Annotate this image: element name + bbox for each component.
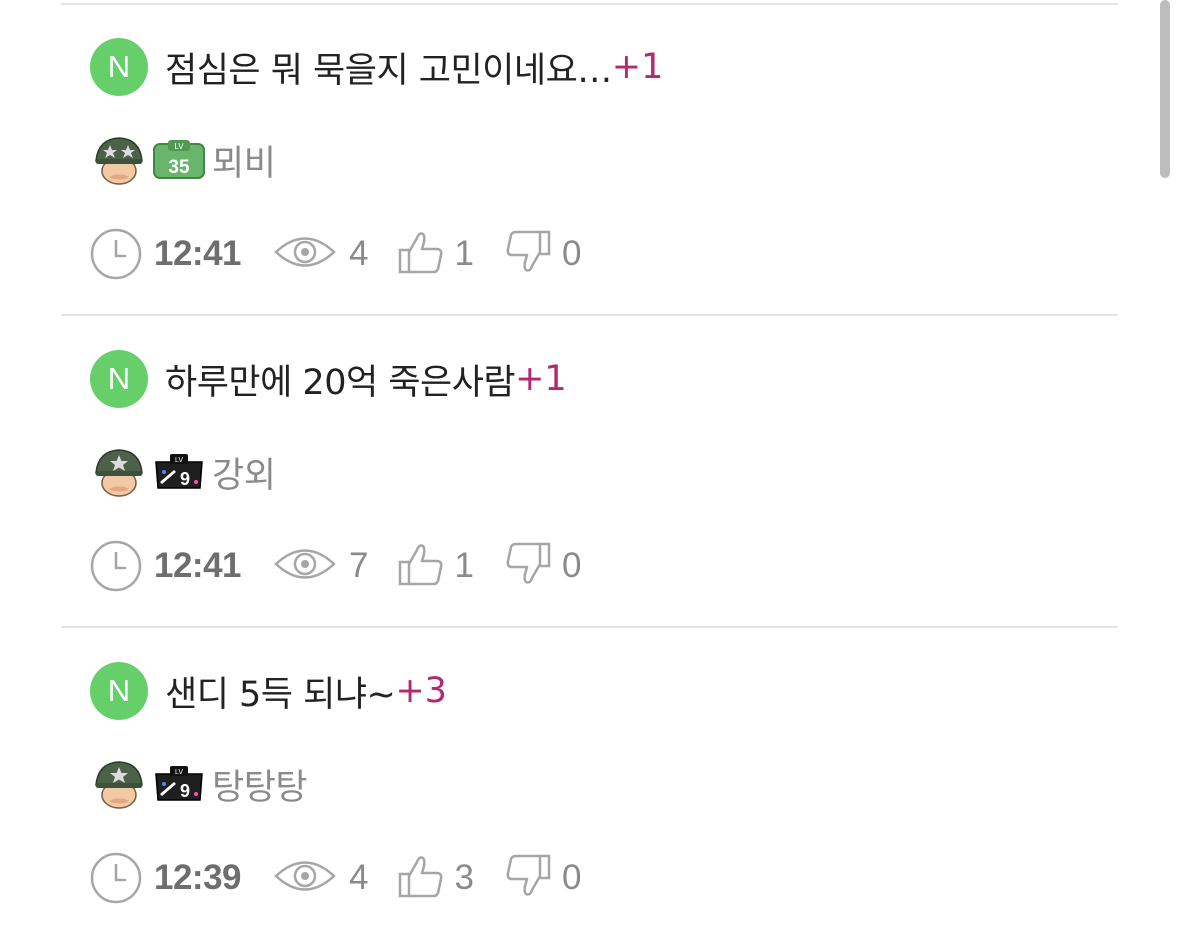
post-title[interactable]: 하루만에 20억 죽은사람 bbox=[165, 354, 516, 405]
meta-row: 12:41 7 1 0 bbox=[90, 537, 581, 595]
level-number: 9 bbox=[180, 781, 190, 801]
soldier-helmet-avatar-icon bbox=[95, 449, 143, 497]
like-count: 1 bbox=[454, 546, 474, 585]
like-button[interactable] bbox=[397, 228, 445, 280]
level-number: 35 bbox=[168, 157, 190, 178]
comment-count: +1 bbox=[611, 47, 664, 87]
soldier-helmet-avatar-icon bbox=[95, 761, 143, 809]
level-label: LV bbox=[175, 769, 183, 776]
views-icon-wrap bbox=[273, 231, 337, 277]
new-badge: N bbox=[90, 662, 148, 720]
black-level-badge-icon: LV 9 bbox=[155, 766, 203, 801]
post-title-row[interactable]: N 하루만에 20억 죽은사람 +1 bbox=[90, 350, 567, 408]
eye-icon bbox=[274, 549, 336, 579]
post-title[interactable]: 점심은 뭐 묵을지 고민이네요… bbox=[165, 42, 612, 93]
thumbs-down-icon bbox=[506, 854, 551, 896]
views-icon-wrap bbox=[273, 855, 337, 901]
post-item[interactable]: N 점심은 뭐 묵을지 고민이네요… +1 LV 35 뫼비 12:41 4 1… bbox=[0, 3, 1179, 315]
clock-icon bbox=[90, 540, 142, 592]
new-badge: N bbox=[90, 350, 148, 408]
post-title[interactable]: 샌디 5득 되냐~ bbox=[165, 666, 396, 717]
eye-icon bbox=[274, 861, 336, 891]
post-list: N 점심은 뭐 묵을지 고민이네요… +1 LV 35 뫼비 12:41 4 1… bbox=[0, 0, 1179, 932]
post-item[interactable]: N 샌디 5득 되냐~ +3 LV 9 탕탕탕 12:39 4 3 0 bbox=[0, 627, 1179, 939]
views-icon-wrap bbox=[273, 543, 337, 589]
dislike-button[interactable] bbox=[504, 228, 552, 280]
green-level-badge-icon: LV 35 bbox=[153, 140, 205, 179]
post-title-row[interactable]: N 점심은 뭐 묵을지 고민이네요… +1 bbox=[90, 38, 663, 96]
eye-icon bbox=[274, 237, 336, 267]
author-name[interactable]: 탕탕탕 bbox=[212, 759, 308, 810]
thumbs-up-icon bbox=[398, 856, 442, 898]
view-count: 4 bbox=[349, 858, 369, 897]
comment-count: +3 bbox=[395, 671, 447, 711]
view-count: 4 bbox=[349, 234, 369, 273]
new-badge: N bbox=[90, 38, 148, 96]
black-level-badge-icon: LV 9 bbox=[155, 454, 203, 489]
author-name[interactable]: 강외 bbox=[212, 447, 276, 498]
like-count: 1 bbox=[454, 234, 474, 273]
post-title-row[interactable]: N 샌디 5득 되냐~ +3 bbox=[90, 662, 447, 720]
dislike-count: 0 bbox=[561, 234, 582, 273]
level-label: LV bbox=[174, 142, 184, 151]
like-count: 3 bbox=[454, 858, 474, 897]
post-item[interactable]: N 하루만에 20억 죽은사람 +1 LV 9 강외 12:41 7 1 0 bbox=[0, 315, 1179, 627]
view-count: 7 bbox=[349, 546, 369, 585]
soldier-helmet-avatar-icon bbox=[95, 137, 143, 185]
post-time: 12:39 bbox=[154, 858, 242, 897]
comment-count: +1 bbox=[515, 359, 567, 399]
thumbs-down-icon bbox=[506, 542, 551, 584]
author-name[interactable]: 뫼비 bbox=[212, 135, 276, 186]
thumbs-down-icon bbox=[506, 230, 551, 272]
author-row[interactable]: LV 9 강외 bbox=[92, 443, 276, 501]
level-number: 9 bbox=[180, 469, 190, 489]
clock-icon bbox=[90, 852, 142, 904]
clock-icon bbox=[90, 228, 142, 280]
dislike-button[interactable] bbox=[504, 540, 552, 592]
post-time: 12:41 bbox=[154, 546, 242, 585]
meta-row: 12:39 4 3 0 bbox=[90, 849, 581, 907]
meta-row: 12:41 4 1 0 bbox=[90, 225, 581, 283]
like-button[interactable] bbox=[397, 540, 445, 592]
level-label: LV bbox=[175, 457, 183, 464]
thumbs-up-icon bbox=[398, 544, 442, 586]
thumbs-up-icon bbox=[398, 232, 442, 274]
post-time: 12:41 bbox=[154, 234, 242, 273]
like-button[interactable] bbox=[397, 852, 445, 904]
author-row[interactable]: LV 35 뫼비 bbox=[92, 131, 276, 189]
dislike-count: 0 bbox=[561, 546, 582, 585]
author-row[interactable]: LV 9 탕탕탕 bbox=[92, 755, 308, 813]
dislike-count: 0 bbox=[561, 858, 582, 897]
dislike-button[interactable] bbox=[504, 852, 552, 904]
